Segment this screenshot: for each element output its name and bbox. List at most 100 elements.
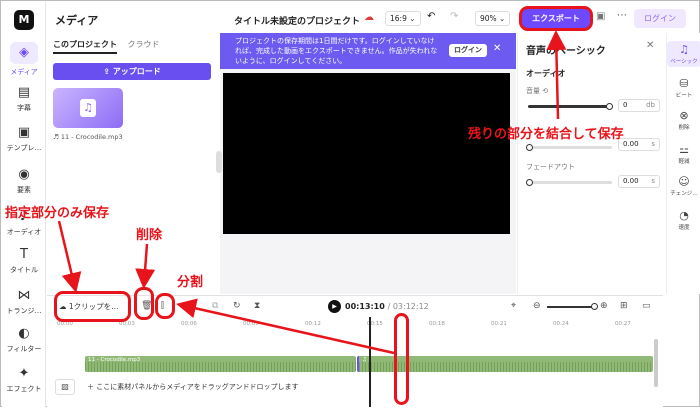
audio-section-title: オーディオ	[526, 69, 566, 78]
tab-cloud[interactable]: クラウド	[128, 40, 160, 49]
annotation-split-label: 分割	[177, 275, 204, 290]
fit-icon[interactable]: ⊞	[620, 301, 628, 311]
template-icon: ▣	[17, 125, 31, 140]
login-button[interactable]: ログイン	[634, 9, 686, 28]
tab-this-project[interactable]: このプロジェクト	[53, 40, 117, 54]
upload-button-label: アップロード	[112, 67, 161, 76]
tool-speed[interactable]: ◔ 速度	[667, 207, 700, 233]
media-panel: メディア このプロジェクト クラウド ⇪ アップロード ♫ ♬ 11 - Cro…	[47, 2, 219, 294]
zoom-select[interactable]: 90% ⌄	[475, 11, 511, 26]
upload-button[interactable]: ⇪ アップロード	[53, 63, 211, 80]
fade-in-slider-knob[interactable]	[526, 144, 533, 151]
cloud-sync-icon[interactable]: ☁	[364, 12, 374, 23]
waveform	[85, 362, 356, 372]
project-title[interactable]: タイトル未設定のプロジェクト	[234, 14, 360, 27]
play-button[interactable]: ▶	[328, 300, 341, 313]
panel-collapse-handle[interactable]	[216, 151, 222, 173]
rotate-icon[interactable]: ↻	[233, 301, 241, 311]
rail-item-subtitle[interactable]: ▤ 字幕	[2, 86, 46, 113]
tool-label: 速度	[678, 225, 690, 231]
audio-clip-left[interactable]: 11 - Crocodile.mp3	[85, 356, 356, 372]
timecode: 00:13:10 / 03:12:12	[345, 302, 429, 311]
basic-icon: ♫	[679, 43, 689, 56]
zoom-out-icon[interactable]: ⊖	[533, 301, 541, 311]
media-icon: ◈	[10, 42, 38, 64]
ruler-tick: 00:18	[429, 321, 445, 327]
save-icon[interactable]: ▣	[596, 11, 605, 22]
volume-slider-knob[interactable]	[606, 103, 613, 110]
more-icon[interactable]: ⋯	[617, 10, 627, 21]
change-icon: ☺	[678, 175, 690, 188]
ruler-tick: 00:09	[243, 321, 259, 327]
tool-change[interactable]: ☺ チェンジ…	[667, 173, 700, 199]
rail-item-effect[interactable]: ✦ エフェクト	[2, 367, 46, 394]
notice-login-button[interactable]: ログイン	[449, 44, 487, 57]
rail-item-template[interactable]: ▣ テンプレ…	[2, 126, 46, 153]
rail-item-label: テンプレ…	[6, 144, 42, 152]
timeline-zoom-knob[interactable]	[591, 303, 598, 310]
annotation-delete-label: 削除	[136, 228, 163, 243]
magnet-icon[interactable]: ⌖	[511, 301, 516, 311]
rail-item-media[interactable]: ◈ メディア	[2, 42, 46, 77]
aspect-ratio-select[interactable]: 16:9 ⌄	[385, 11, 421, 26]
effect-icon: ✦	[18, 366, 30, 381]
fade-out-input[interactable]: 0.00 s	[618, 175, 660, 188]
ruler-tick: 00:12	[305, 321, 321, 327]
title-icon: T	[20, 247, 28, 262]
timeline-ruler: 00:00 00:03 00:06 00:09 00:12 00:15 00:18 00:21…	[57, 321, 657, 331]
annotation-export-label: 残りの部分を結合して保存	[468, 127, 624, 142]
annotation-box-save-part	[54, 291, 131, 322]
rail-item-transition[interactable]: ⋈ トランジ…	[2, 289, 46, 316]
tool-label: 削除	[678, 125, 690, 131]
tool-label: ベーシック	[670, 59, 698, 65]
reset-icon[interactable]: ⟲	[540, 87, 548, 95]
transition-icon: ⋈	[17, 288, 31, 303]
volume-slider[interactable]	[528, 103, 613, 110]
remove-icon: ⊗	[679, 109, 689, 122]
rail-item-title[interactable]: T タイトル	[2, 248, 46, 275]
drop-hint: ＋ ここに素材パネルからメディアをドラッグアンドドロップします	[87, 383, 299, 391]
rail-item-elements[interactable]: ◉ 要素	[2, 168, 46, 195]
rail-item-label: フィルター	[6, 345, 42, 353]
rail-item-label: メディア	[10, 68, 38, 76]
fade-out-slider-knob[interactable]	[526, 179, 533, 186]
timeline-zoom-slider[interactable]	[547, 303, 598, 310]
rail-item-label: オーディオ	[6, 228, 42, 236]
rail-item-filter[interactable]: ◐ フィルター	[2, 327, 46, 354]
ruler-tick: 00:24	[553, 321, 569, 327]
close-icon[interactable]: ✕	[493, 43, 501, 54]
tool-beat[interactable]: ⛁ ビート	[667, 75, 700, 101]
tool-label: チェンジ…	[670, 191, 698, 197]
media-panel-title: メディア	[55, 14, 99, 27]
app-window: M ◈ メディア ▤ 字幕 ▣ テンプレ… ◉ 要素 ♪ オーディオ T タイトル ⋈ トランジ… ◐ フィル…	[0, 0, 700, 407]
tool-label: ビート	[675, 93, 693, 99]
fade-out-label: フェードアウト	[526, 163, 575, 171]
video-preview[interactable]	[223, 73, 510, 234]
freeze-icon[interactable]: ⧗	[254, 301, 260, 311]
fade-in-slider[interactable]	[526, 144, 612, 151]
top-bar: タイトル未設定のプロジェクト ☁ 16:9 ⌄ ↶ ↷ 90% ⌄	[220, 2, 516, 33]
annotation-box-playhead	[394, 313, 409, 405]
panel-title: 音声のベーシック	[526, 46, 606, 57]
ruler-tick: 00:27	[615, 321, 631, 327]
crop-icon[interactable]: ⧉	[212, 301, 218, 311]
total-time: / 03:12:12	[387, 302, 429, 311]
rail-item-label: 字幕	[17, 104, 31, 112]
tool-reduce[interactable]: ⚍ 軽減	[667, 141, 700, 167]
media-tabs: このプロジェクト クラウド	[53, 39, 168, 54]
fullscreen-icon[interactable]: ▭	[642, 301, 651, 311]
volume-input[interactable]: 0 db	[618, 99, 660, 112]
tool-basic[interactable]: ♫ ベーシック	[667, 41, 700, 67]
close-icon[interactable]: ✕	[646, 40, 654, 51]
fade-out-slider[interactable]	[526, 179, 612, 186]
ruler-tick: 00:21	[491, 321, 507, 327]
fade-in-input[interactable]: 0.00 s	[618, 138, 660, 151]
tool-remove[interactable]: ⊗ 削除	[667, 107, 700, 133]
zoom-in-icon[interactable]: ⊕	[600, 301, 608, 311]
media-item-thumbnail[interactable]: ♫	[53, 88, 123, 128]
undo-icon[interactable]: ↶	[427, 11, 435, 22]
redo-icon[interactable]: ↷	[450, 11, 458, 22]
elements-icon: ◉	[18, 167, 30, 182]
media-drop-row[interactable]: ▨ ＋ ここに素材パネルからメディアをドラッグアンドドロップします	[51, 377, 657, 397]
right-tool-rail: ♫ ベーシック ⛁ ビート ⊗ 削除 ⚍ 軽減 ☺ チェンジ… ◔ 速度	[666, 33, 700, 294]
